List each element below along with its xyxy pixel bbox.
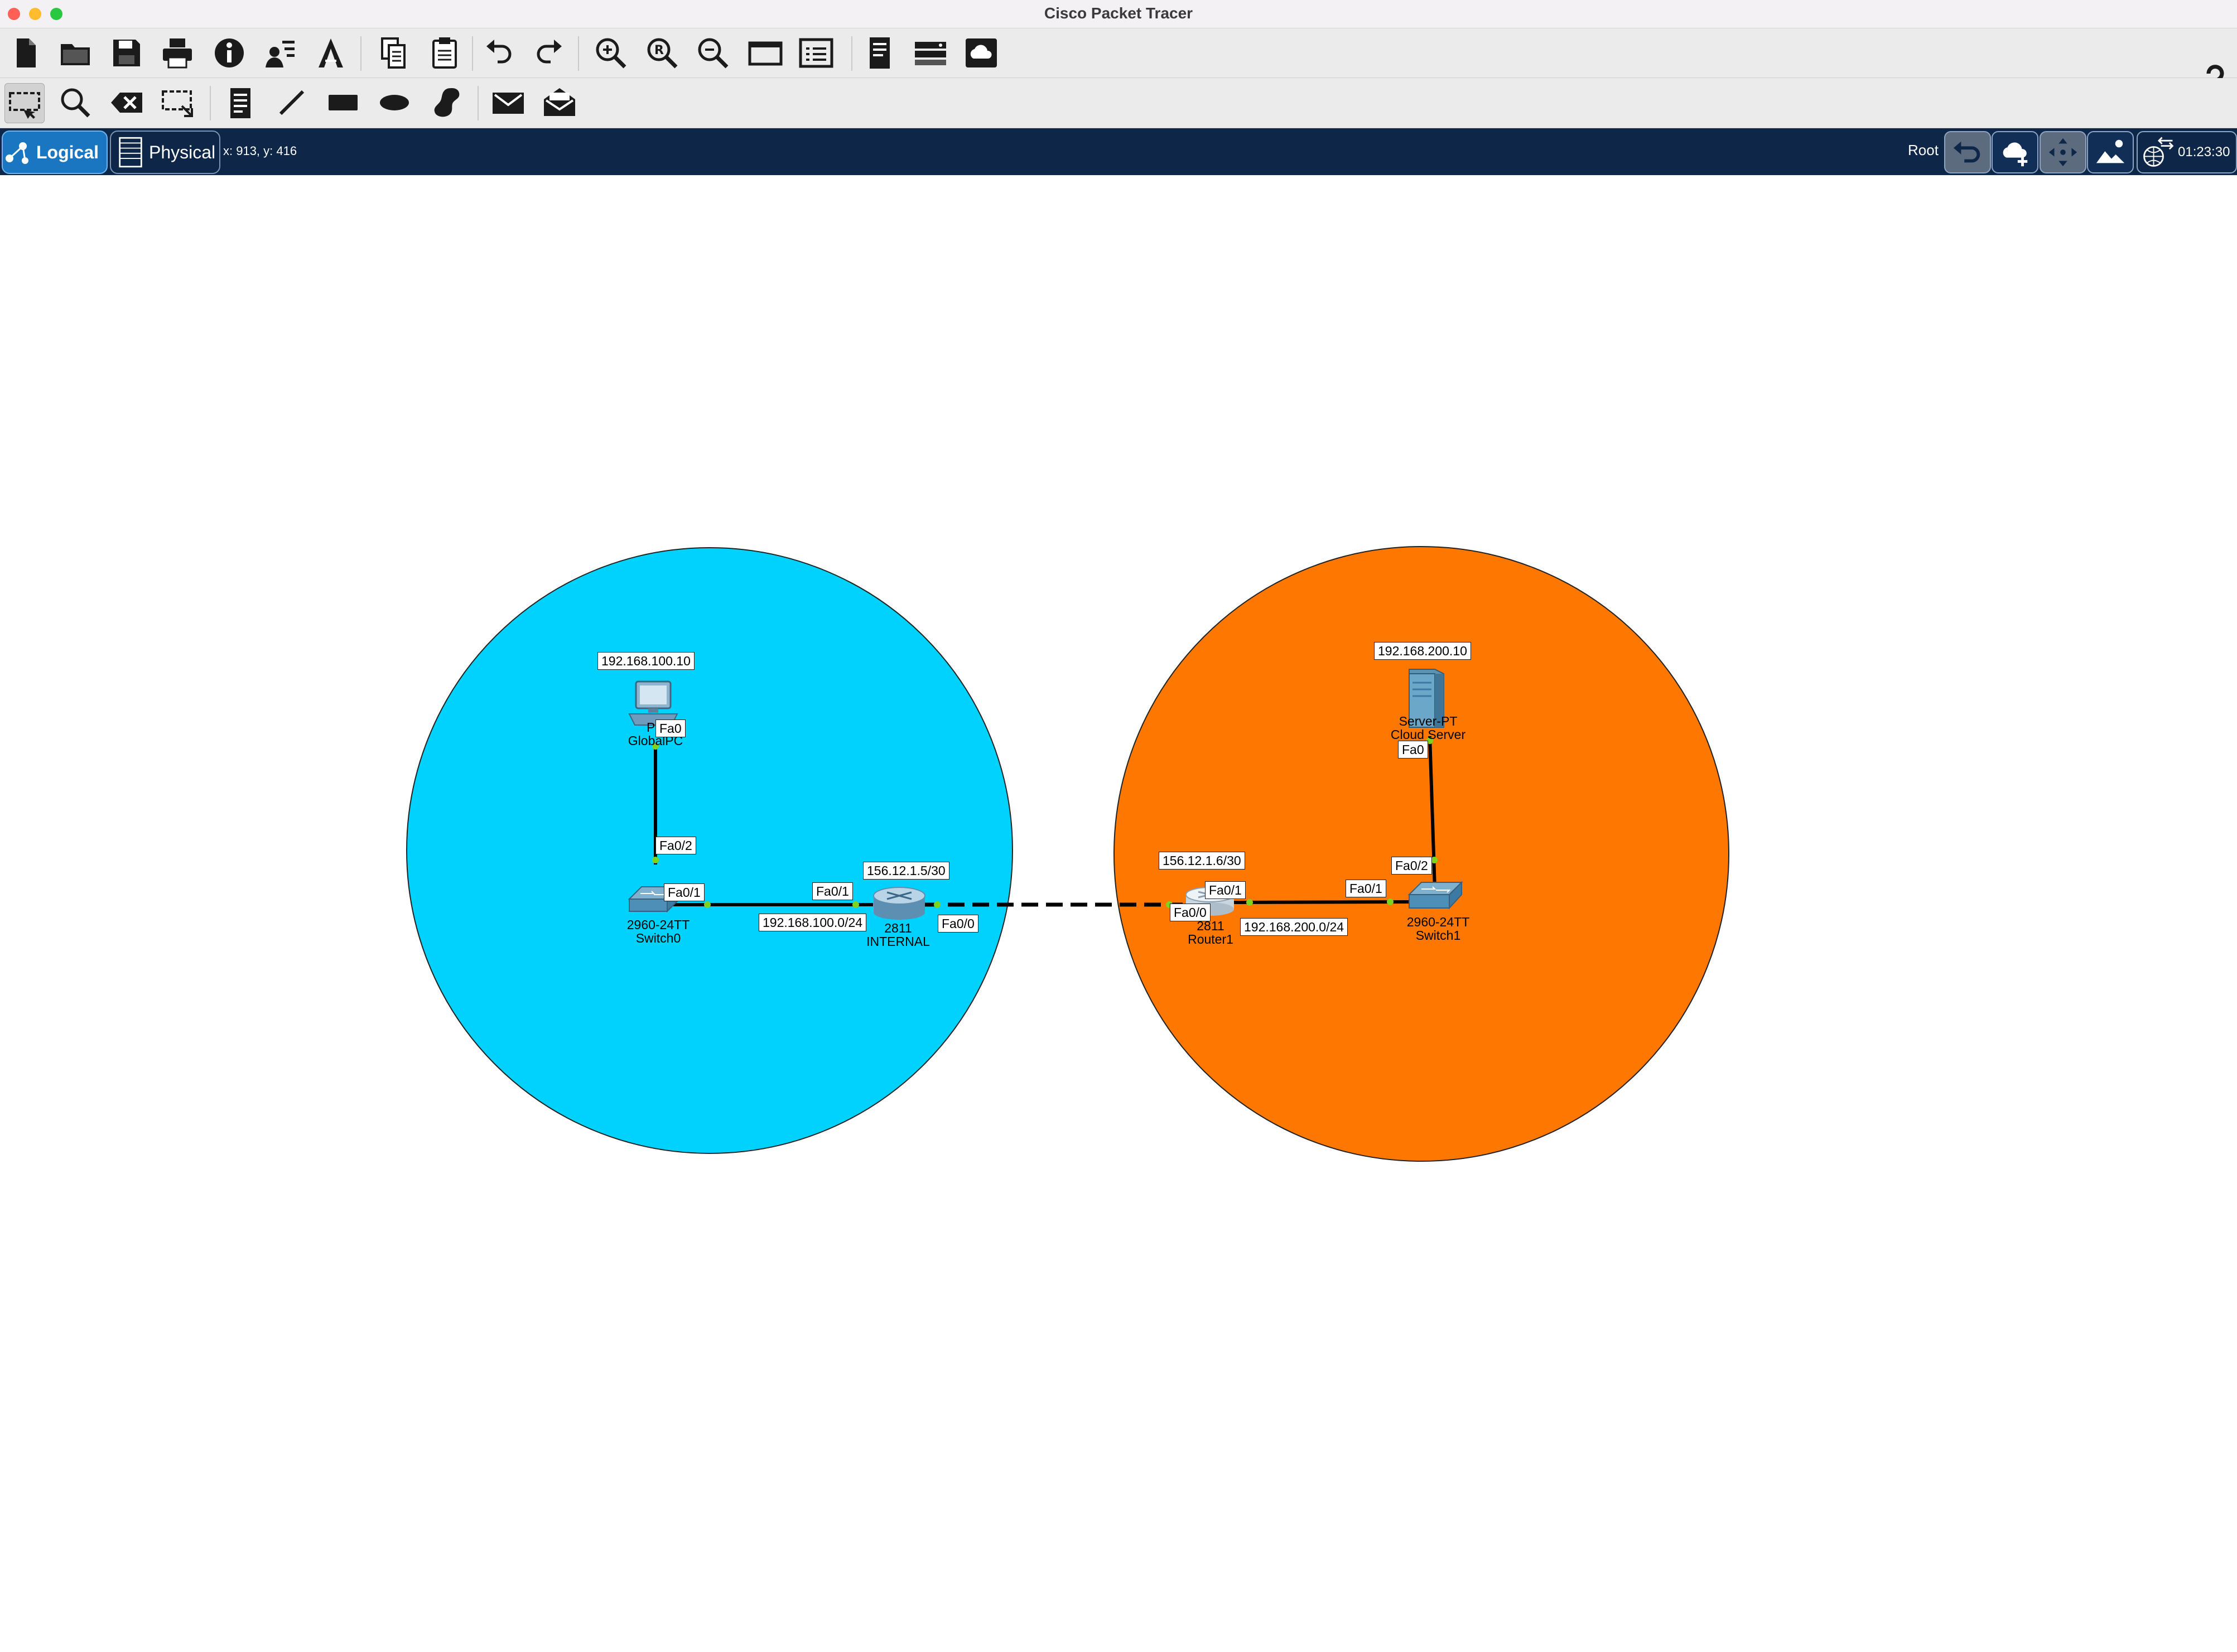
- drawing-palette-icon[interactable]: [746, 33, 785, 73]
- zoom-out-icon[interactable]: [693, 33, 732, 73]
- server-name-label: Cloud Server: [1390, 727, 1466, 742]
- switch0-device-label: 2960-24TT Switch0: [614, 918, 703, 945]
- cursor-coordinates: x: 913, y: 416: [223, 144, 297, 158]
- rectangle-icon[interactable]: [324, 83, 363, 122]
- router1-device-label: 2811 Router1: [1171, 919, 1250, 946]
- set-background-button[interactable]: [2087, 131, 2134, 173]
- cloud-add-icon: [2003, 142, 2028, 167]
- network-info-icon[interactable]: [312, 33, 351, 73]
- link-light: [1387, 899, 1394, 905]
- back-button[interactable]: [1944, 131, 1991, 173]
- internal-zone-circle[interactable]: [406, 547, 1013, 1154]
- internal-router-name-label: INTERNAL: [866, 934, 930, 949]
- svg-text:R: R: [654, 44, 664, 57]
- root-label: Root: [1908, 142, 1939, 158]
- title-bar: Cisco Packet Tracer: [0, 0, 2237, 28]
- main-toolbar: R: [0, 28, 2237, 97]
- switch1-fa0-2-label[interactable]: Fa0/2: [1391, 857, 1432, 875]
- internal-router-model-label: 2811: [884, 921, 912, 935]
- device-tray-icon[interactable]: [911, 33, 950, 73]
- move-arrows-icon: [2048, 138, 2077, 167]
- paste-icon[interactable]: [425, 33, 464, 73]
- link-light: [652, 857, 659, 863]
- open-folder-icon[interactable]: [56, 33, 95, 73]
- physical-mode-button[interactable]: Physical: [110, 131, 220, 174]
- logical-mode-label: Logical: [36, 142, 99, 162]
- switch1-fa0-1-label[interactable]: Fa0/1: [1346, 880, 1386, 897]
- resize-shape-icon[interactable]: [158, 83, 197, 122]
- internal-wan-ip-label[interactable]: 156.12.1.5/30: [863, 862, 949, 880]
- switch0-name-label: Switch0: [635, 931, 681, 945]
- internal-router-device-icon[interactable]: [873, 887, 925, 920]
- zoom-reset-icon[interactable]: R: [643, 33, 682, 73]
- physical-mode-label: Physical: [149, 142, 216, 162]
- switch0-fa0-1-label[interactable]: Fa0/1: [664, 883, 705, 901]
- line-icon[interactable]: [272, 83, 311, 122]
- clock-time: 01:23:30: [2178, 144, 2230, 160]
- router1-name-label: Router1: [1188, 932, 1233, 946]
- pc-device-icon[interactable]: [628, 680, 678, 726]
- switch0-fa0-2-label[interactable]: Fa0/2: [655, 837, 696, 854]
- router1-fa0-0-label[interactable]: Fa0/0: [1170, 904, 1211, 921]
- landscape-image-icon: [2096, 139, 2125, 163]
- move-object-button[interactable]: [2040, 131, 2086, 173]
- complex-pdu-icon[interactable]: [540, 83, 579, 122]
- undo-icon[interactable]: [479, 33, 518, 73]
- logical-mode-button[interactable]: Logical: [2, 131, 108, 174]
- switch0-model-label: 2960-24TT: [626, 917, 690, 932]
- link-light: [934, 901, 941, 908]
- freeform-icon[interactable]: [426, 83, 465, 122]
- link-light: [852, 901, 859, 908]
- window-title: Cisco Packet Tracer: [1044, 4, 1193, 22]
- logical-workspace[interactable]: 192.168.100.10 192.168.200.10 156.12.1.5…: [0, 175, 2237, 1652]
- server-port-label[interactable]: Fa0: [1398, 741, 1428, 759]
- custom-device-dialog-icon[interactable]: [797, 33, 836, 73]
- cloud-view-icon[interactable]: [962, 33, 1001, 73]
- print-icon[interactable]: [158, 33, 197, 73]
- activity-wizard-icon[interactable]: [261, 33, 300, 73]
- select-icon[interactable]: [4, 83, 45, 123]
- ellipse-icon[interactable]: [375, 83, 414, 122]
- inspect-icon[interactable]: [56, 83, 95, 122]
- right-lan-network-label[interactable]: 192.168.200.0/24: [1240, 918, 1348, 936]
- server-model-label: Server-PT: [1399, 714, 1458, 728]
- topology-canvas: [406, 546, 1729, 1162]
- logical-topology-icon: [6, 142, 28, 164]
- note-icon[interactable]: [221, 83, 260, 122]
- switch1-name-label: Switch1: [1415, 928, 1461, 943]
- tools-toolbar: [0, 78, 2237, 128]
- zoom-in-icon[interactable]: [591, 33, 630, 73]
- server-ip-label[interactable]: 192.168.200.10: [1374, 642, 1471, 660]
- new-cluster-button[interactable]: [1992, 131, 2038, 173]
- workspace-mode-bar: Logical Physical x: 913, y: 416 Root 01:…: [0, 128, 2237, 175]
- save-icon[interactable]: [107, 33, 146, 73]
- internal-fa0-0-label[interactable]: Fa0/0: [938, 915, 978, 933]
- switch1-model-label: 2960-24TT: [1406, 915, 1470, 929]
- link-light: [1246, 899, 1253, 906]
- left-lan-network-label[interactable]: 192.168.100.0/24: [759, 914, 867, 931]
- new-file-icon[interactable]: [6, 33, 45, 73]
- redo-icon[interactable]: [530, 33, 569, 73]
- delete-icon[interactable]: [107, 83, 146, 122]
- pc-ip-label[interactable]: 192.168.100.10: [597, 652, 695, 670]
- pc-port-label[interactable]: Fa0: [655, 719, 686, 737]
- server-device-label: Server-PT Cloud Server: [1376, 714, 1481, 741]
- physical-rack-icon: [119, 137, 142, 168]
- switch1-device-label: 2960-24TT Switch1: [1394, 915, 1483, 942]
- back-arrow-icon: [1953, 141, 1980, 163]
- simulation-clock[interactable]: 01:23:30: [2137, 131, 2237, 173]
- router1-fa0-1-label[interactable]: Fa0/1: [1205, 881, 1246, 899]
- router1-wan-ip-label[interactable]: 156.12.1.6/30: [1159, 852, 1245, 870]
- pdu-list-icon[interactable]: [860, 33, 899, 73]
- simple-pdu-icon[interactable]: [489, 83, 528, 122]
- info-icon[interactable]: [210, 33, 249, 73]
- link-light: [704, 901, 711, 908]
- internal-fa0-1-label[interactable]: Fa0/1: [812, 882, 853, 900]
- viewport-globe-icon: [2143, 137, 2174, 167]
- internal-router-device-label: 2811 INTERNAL: [859, 921, 937, 948]
- copy-icon[interactable]: [374, 33, 413, 73]
